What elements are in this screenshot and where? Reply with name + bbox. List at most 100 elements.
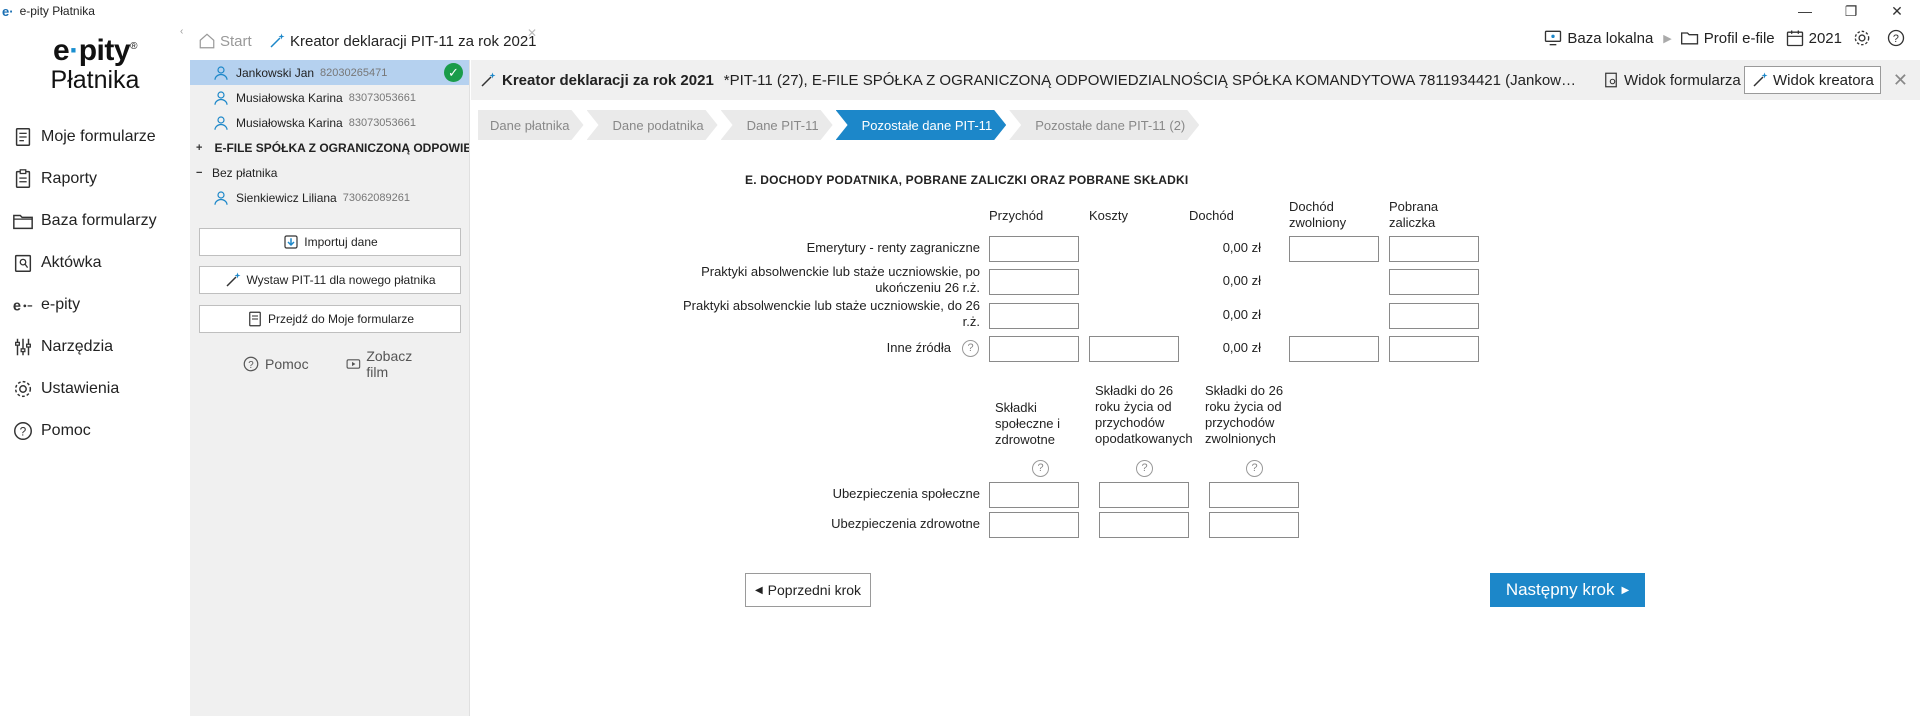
step-dane-pit11[interactable]: Dane PIT-11: [721, 110, 833, 140]
taxpayer-row[interactable]: Musiałowska Karina 83073053661: [190, 110, 469, 135]
nav-item-ustawienia[interactable]: Ustawienia: [0, 368, 190, 410]
emerytury-zaliczka-input[interactable]: [1389, 236, 1479, 262]
video-icon: [346, 359, 360, 369]
spoleczne-zwol-input[interactable]: [1209, 482, 1299, 508]
clipboard-icon: [15, 169, 31, 188]
emerytury-zwolniony-input[interactable]: [1289, 236, 1379, 262]
wand-icon: [270, 33, 285, 48]
person-icon: [214, 190, 228, 205]
nav-item-moje-formularze[interactable]: Moje formularze: [0, 116, 190, 158]
nav-item-pomoc[interactable]: ? Pomoc: [0, 410, 190, 452]
step-pozostale-dane[interactable]: Pozostałe dane PIT-11: [836, 110, 1007, 140]
next-step-button[interactable]: Następny krok ▶: [1490, 573, 1645, 607]
inne-koszty-input[interactable]: [1089, 336, 1179, 362]
document-icon: [15, 128, 31, 146]
profil-efile-button[interactable]: Profil e-file: [1680, 28, 1775, 48]
skladki-zwol-help-icon[interactable]: ?: [1246, 460, 1263, 477]
inne-help-icon[interactable]: ?: [962, 340, 979, 357]
document-icon: [249, 311, 261, 327]
import-icon: [284, 235, 298, 249]
taxpayer-panel: Jankowski Jan 82030265471 ✓ Musiałowska …: [190, 60, 470, 716]
app-logo: e·pity® Płatnika: [50, 34, 140, 94]
restore-button[interactable]: ❐: [1828, 0, 1874, 22]
person-icon: [214, 90, 228, 105]
app-sidebar: e·pity® Płatnika Moje formularze Raporty…: [0, 22, 190, 716]
window-title: e-pity Płatnika: [19, 4, 95, 18]
previous-step-button[interactable]: ◀ Poprzedni krok: [745, 573, 871, 607]
form-view-icon: [1605, 72, 1617, 88]
praktyki-po26-zaliczka-input[interactable]: [1389, 269, 1479, 295]
settings-button[interactable]: [1852, 28, 1876, 48]
close-window-button[interactable]: ✕: [1874, 0, 1920, 22]
emerytury-przychod-input[interactable]: [989, 236, 1079, 262]
inne-zaliczka-input[interactable]: [1389, 336, 1479, 362]
skladki-help-icon[interactable]: ?: [1032, 460, 1049, 477]
expand-icon[interactable]: +: [196, 142, 202, 154]
tab-kreator[interactable]: Kreator deklaracji PIT-11 za rok 2021: [268, 32, 537, 50]
calendar-icon: [1786, 30, 1803, 47]
window-titlebar: e· e-pity Płatnika — ❐ ✕: [0, 0, 1920, 22]
check-icon: ✓: [444, 63, 463, 82]
praktyki-do26-przychod-input[interactable]: [989, 303, 1079, 329]
company-row[interactable]: + E-FILE SPÓŁKA Z OGRANICZONĄ ODPOWIEDZI…: [190, 135, 469, 160]
inne-przychod-input[interactable]: [989, 336, 1079, 362]
wizard-view-button[interactable]: Widok kreatora: [1744, 66, 1881, 94]
tab-start[interactable]: Start: [198, 32, 252, 50]
header-title: Kreator deklaracji za rok 2021: [479, 71, 714, 89]
folder-icon: [13, 214, 33, 230]
taxpayer-row[interactable]: Musiałowska Karina 83073053661: [190, 85, 469, 110]
home-icon: [199, 33, 215, 49]
year-button[interactable]: 2021: [1785, 28, 1842, 48]
step-dane-podatnika[interactable]: Dane podatnika: [587, 110, 718, 140]
nav-item-narzedzia[interactable]: Narzędzia: [0, 326, 190, 368]
tabs-row: ‹ Start Kreator deklaracji PIT-11 za rok…: [180, 22, 1920, 60]
section-title: E. DOCHODY PODATNIKA, POBRANE ZALICZKI O…: [745, 173, 1189, 187]
nav-item-aktowka[interactable]: Aktówka: [0, 242, 190, 284]
col-koszty: Koszty: [1089, 208, 1129, 223]
praktyki-po26-przychod-input[interactable]: [989, 269, 1079, 295]
main-area: Kreator deklaracji za rok 2021 *PIT-11 (…: [471, 60, 1920, 716]
step-pozostale-dane-2[interactable]: Pozostałe dane PIT-11 (2): [1009, 110, 1199, 140]
new-payer-button[interactable]: Wystaw PIT-11 dla nowego płatnika: [199, 266, 461, 294]
help-link[interactable]: ? Pomoc: [242, 348, 327, 380]
close-icon[interactable]: ✕: [1893, 70, 1908, 91]
inne-dochod-value: 0,00 zł: [1222, 340, 1261, 355]
skladki-opod-help-icon[interactable]: ?: [1136, 460, 1153, 477]
praktyki-do26-zaliczka-input[interactable]: [1389, 303, 1479, 329]
import-button[interactable]: Importuj dane: [199, 228, 461, 256]
collapse-arrow-icon[interactable]: ‹: [180, 26, 183, 37]
form-view-button[interactable]: Widok formularza: [1596, 66, 1747, 94]
taxpayer-row[interactable]: Sienkiewicz Liliana 73062089261: [190, 185, 469, 210]
zdrowotne-opod-input[interactable]: [1099, 512, 1189, 538]
taxpayer-row[interactable]: Jankowski Jan 82030265471 ✓: [190, 60, 469, 85]
tab-close-icon[interactable]: ✕: [527, 26, 537, 40]
gear-icon: [1854, 30, 1870, 46]
nav-item-e-pity[interactable]: e e-pity: [0, 284, 190, 326]
baza-lokalna-button[interactable]: Baza lokalna: [1543, 28, 1653, 48]
minimize-button[interactable]: —: [1782, 0, 1828, 22]
row-label-ubezp-spoleczne: Ubezpieczenia społeczne: [832, 486, 980, 501]
help-icon: ?: [14, 422, 32, 440]
step-dane-platnika[interactable]: Dane płatnika: [478, 110, 584, 140]
briefcase-icon: [14, 254, 32, 272]
folder-open-icon: [1680, 32, 1698, 45]
video-link[interactable]: Zobacz film: [345, 348, 451, 380]
zdrowotne-zwol-input[interactable]: [1209, 512, 1299, 538]
spoleczne-skladki-input[interactable]: [989, 482, 1079, 508]
zdrowotne-skladki-input[interactable]: [989, 512, 1079, 538]
spoleczne-opod-input[interactable]: [1099, 482, 1189, 508]
group-row[interactable]: − Bez płatnika: [190, 160, 469, 185]
top-right-bar: Baza lokalna ▶ Profil e-file 2021 ?: [1543, 28, 1920, 48]
wand-icon: [226, 272, 241, 287]
col-skladki-spoleczne: Składki społeczne i zdrowotne: [995, 400, 1061, 447]
col-przychod: Przychód: [989, 208, 1044, 223]
help-button[interactable]: ?: [1886, 28, 1910, 48]
goto-forms-button[interactable]: Przejdź do Moje formularze: [199, 305, 461, 333]
collapse-icon[interactable]: −: [196, 167, 206, 179]
inne-zwolniony-input[interactable]: [1289, 336, 1379, 362]
help-icon: ?: [243, 356, 259, 372]
nav-item-raporty[interactable]: Raporty: [0, 158, 190, 200]
nav-item-baza-formularzy[interactable]: Baza formularzy: [0, 200, 190, 242]
app-icon: e·: [2, 3, 14, 19]
row-label-ubezp-zdrowotne: Ubezpieczenia zdrowotne: [831, 516, 980, 531]
